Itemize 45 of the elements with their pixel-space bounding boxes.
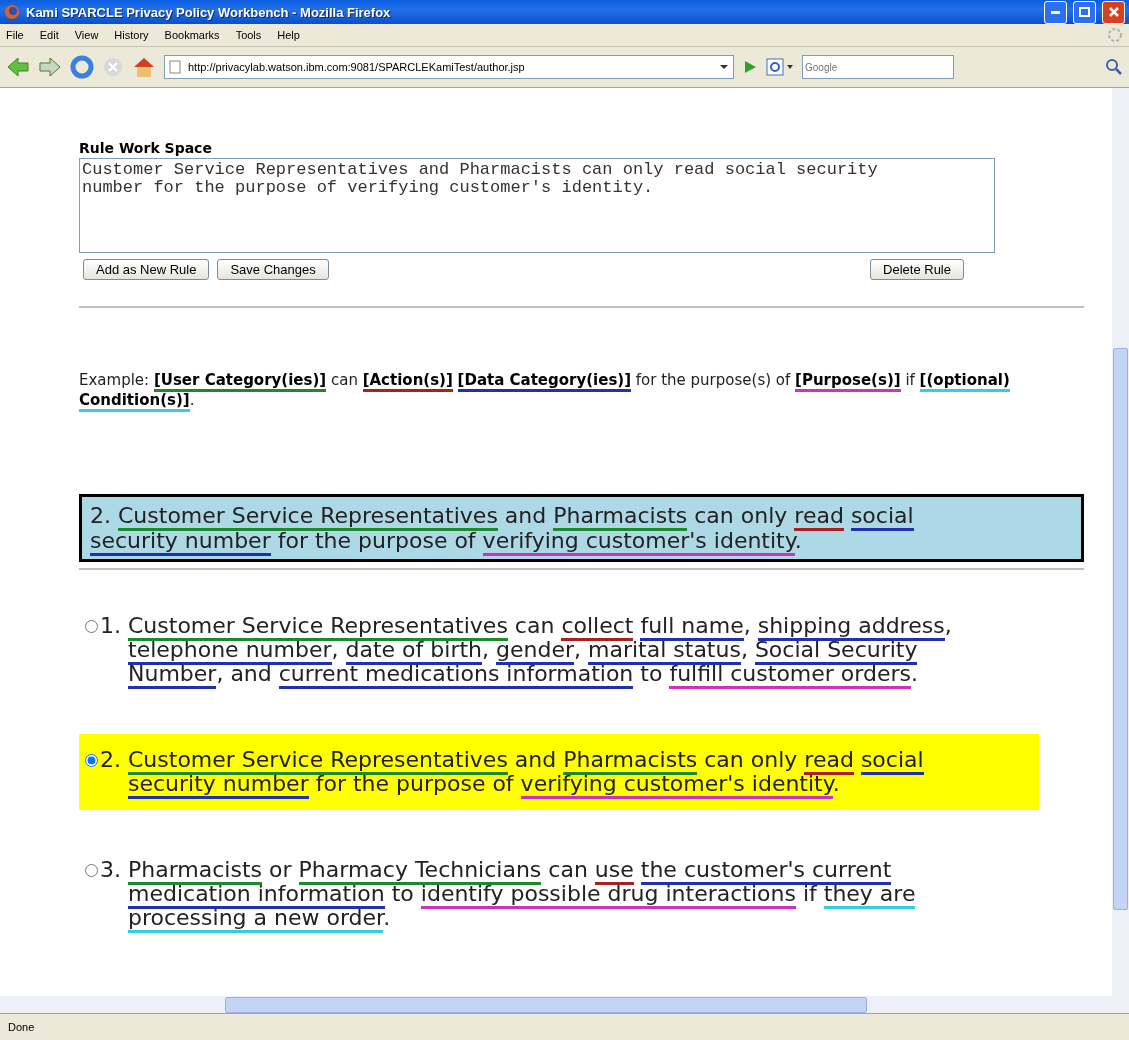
horizontal-scrollbar[interactable] <box>0 996 1112 1013</box>
activity-throbber-icon <box>1107 27 1123 43</box>
page-icon <box>169 60 181 74</box>
firefox-icon <box>4 4 20 20</box>
maximize-icon <box>1079 7 1090 17</box>
rule-text: 2. Customer Service Representatives and Pharmacists can only read social security number for the purpose of verifying customer's identity. <box>100 748 1008 796</box>
go-button[interactable] <box>742 59 758 75</box>
rule-text: 3. Pharmacists or Pharmacy Technicians can use the customer's current medication information to identify possible drug interactions if they are processing a new order. <box>100 858 1008 930</box>
minimize-button[interactable] <box>1044 0 1067 24</box>
vertical-scrollbar[interactable] <box>1112 88 1129 1013</box>
rule-button[interactable]: Add as New Rule <box>83 259 210 280</box>
workspace-label: Rule Work Space <box>79 140 213 156</box>
radio-button[interactable] <box>85 620 98 633</box>
minimize-icon <box>1051 10 1060 14</box>
radio-button[interactable] <box>85 754 98 767</box>
maximize-button[interactable] <box>1073 0 1096 24</box>
rule-button[interactable]: Save Changes <box>217 259 329 280</box>
rule-item[interactable]: 2. Customer Service Representatives and Pharmacists can only read social security number for the purpose of verifying customer's identity. <box>79 734 1039 810</box>
forward-button[interactable] <box>38 56 62 78</box>
example-sentence: Example: [User Category(ies)] can [Action(s)] [Data Category(ies)] for the purpose(s) of [Purpose(s)] if [(optional) Condition(s)]. <box>79 370 1084 410</box>
delete-button[interactable]: Delete Rule <box>870 259 964 280</box>
menu-item[interactable]: Help <box>277 29 300 41</box>
dropdown-arrow-icon[interactable] <box>719 64 729 70</box>
window-title: Kami SPARCLE Privacy Policy Workbench - Mozilla Firefox <box>26 4 392 20</box>
menu-item[interactable]: History <box>114 29 149 41</box>
close-icon <box>1108 7 1119 17</box>
rule-text-area[interactable]: Customer Service Representatives and Pharmacists can only read social security number for the purpose of verifying customer's identity. <box>79 158 995 253</box>
menu-item[interactable]: Tools <box>235 29 262 41</box>
menu-item[interactable]: Edit <box>39 29 59 41</box>
address-field[interactable]: http://privacylab.watson.ibm.com:9081/SPARCLEKamiTest/author.jsp <box>186 60 714 74</box>
home-button[interactable] <box>132 56 156 78</box>
close-button[interactable] <box>1102 0 1125 24</box>
search-icon[interactable] <box>1105 58 1123 76</box>
back-button[interactable] <box>6 56 30 78</box>
rule-item[interactable]: 3. Pharmacists or Pharmacy Technicians can use the customer's current medication information to identify possible drug interactions if they are processing a new order. <box>79 844 1039 944</box>
status-text: Done <box>8 1021 35 1033</box>
search-box[interactable]: Google <box>802 55 954 79</box>
reload-button[interactable] <box>70 55 94 79</box>
search-engine-icon[interactable] <box>766 58 794 76</box>
menu-item[interactable]: View <box>74 29 99 41</box>
rule-text: 1. Customer Service Representatives can collect full name, shipping address, telephone number, date of birth, gender, marital status, Social Security Number, and current medications information to fulfill customer orders. <box>100 614 1008 686</box>
radio-button[interactable] <box>85 864 98 877</box>
menu-item[interactable]: File <box>6 29 24 41</box>
address-bar[interactable]: http://privacylab.watson.ibm.com:9081/SPARCLEKamiTest/author.jsp <box>164 55 734 79</box>
menu-item[interactable]: Bookmarks <box>164 29 220 41</box>
